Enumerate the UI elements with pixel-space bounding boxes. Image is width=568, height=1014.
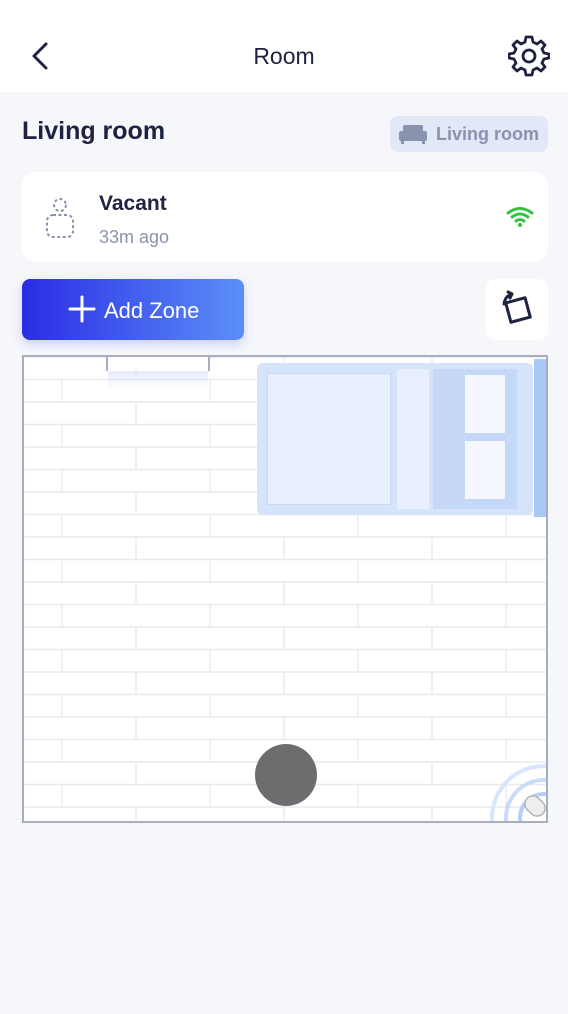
wifi-icon [506, 207, 534, 227]
page-title: Room [253, 43, 315, 69]
occupancy-status-card[interactable]: Vacant 33m ago [22, 172, 548, 262]
radar-sensor-icon[interactable] [488, 762, 548, 822]
room-type-label: Living room [436, 123, 539, 144]
add-zone-button[interactable]: Add Zone [22, 279, 244, 340]
top-app-bar: Room [0, 0, 568, 92]
bed-zone[interactable] [257, 363, 533, 515]
rotate-map-button[interactable] [486, 279, 548, 340]
sofa-icon [399, 125, 427, 144]
bed-pillow [465, 375, 505, 433]
bed-edge-strip [534, 359, 546, 517]
presence-target-dot[interactable] [255, 744, 317, 806]
room-floor-map[interactable] [22, 355, 548, 823]
gear-icon[interactable] [508, 35, 550, 77]
bed-pillow [465, 441, 505, 499]
bed-mattress [267, 373, 391, 505]
add-zone-label: Add Zone [104, 298, 200, 323]
bed-divider [397, 369, 429, 509]
occupancy-state: Vacant [99, 192, 167, 215]
plus-icon [68, 295, 96, 323]
last-update-time: 33m ago [99, 227, 170, 247]
person-outline-icon [46, 198, 74, 238]
room-title: Living room [22, 117, 166, 145]
rotate-icon [502, 290, 532, 324]
doorway [106, 357, 210, 371]
room-type-chip[interactable]: Living room [390, 116, 548, 152]
